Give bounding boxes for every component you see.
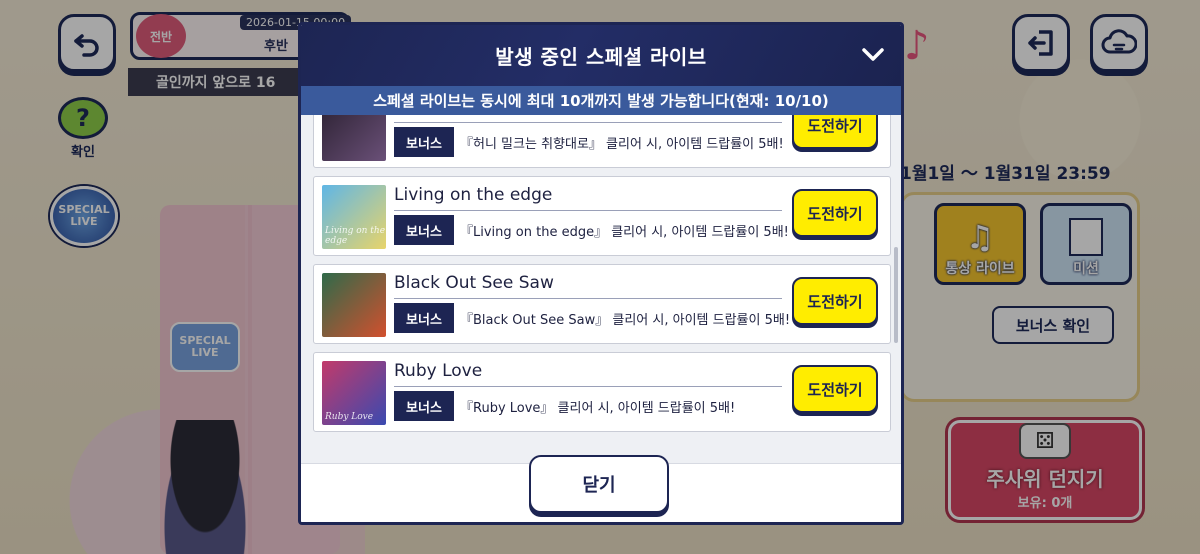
modal-footer: 닫기	[301, 455, 901, 522]
challenge-button[interactable]: 도전하기	[792, 277, 878, 325]
modal-subtitle: 스페셜 라이브는 동시에 최대 10개까지 발생 가능합니다(현재: 10/10…	[301, 86, 901, 115]
title-divider	[394, 386, 782, 387]
live-card: Ruby Love Ruby Love 보너스 『Ruby Love』 클리어 …	[313, 352, 891, 432]
bonus-description: 『Black Out See Saw』 클리어 시, 아이템 드랍률이 5배!	[460, 312, 791, 328]
bonus-description: 『Ruby Love』 클리어 시, 아이템 드랍률이 5배!	[460, 400, 736, 416]
modal-header: 발생 중인 스페셜 라이브	[301, 25, 901, 86]
jacket-text: Living on the edge	[325, 226, 386, 246]
challenge-button[interactable]: 도전하기	[792, 365, 878, 413]
chevron-down-icon	[862, 48, 884, 61]
song-title: Ruby Love	[394, 361, 483, 381]
live-card: Black Out See Saw 보너스 『Black Out See Saw…	[313, 264, 891, 344]
song-title: Black Out See Saw	[394, 273, 554, 293]
song-jacket	[322, 273, 386, 337]
collapse-button[interactable]	[859, 41, 887, 69]
bonus-tag: 보너스	[394, 391, 454, 421]
challenge-button[interactable]: 도전하기	[792, 115, 878, 149]
bonus-tag: 보너스	[394, 215, 454, 245]
jacket-text: Ruby Love	[325, 412, 374, 422]
live-card: 보너스 『허니 밀크는 취향대로』 클리어 시, 아이템 드랍률이 5배! 도전…	[313, 115, 891, 168]
list-scrollbar-thumb[interactable]	[894, 247, 898, 343]
bonus-description: 『Living on the edge』 클리어 시, 아이템 드랍률이 5배!	[460, 224, 789, 240]
modal-title: 발생 중인 스페셜 라이브	[495, 45, 707, 69]
title-divider	[394, 298, 782, 299]
bonus-tag: 보너스	[394, 303, 454, 333]
song-title: Living on the edge	[394, 185, 553, 205]
song-jacket: Ruby Love	[322, 361, 386, 425]
bonus-description: 『허니 밀크는 취향대로』 클리어 시, 아이템 드랍률이 5배!	[460, 136, 784, 152]
challenge-button[interactable]: 도전하기	[792, 189, 878, 237]
special-live-modal: 발생 중인 스페셜 라이브 스페셜 라이브는 동시에 최대 10개까지 발생 가…	[298, 22, 904, 525]
song-jacket	[322, 115, 386, 161]
bonus-tag: 보너스	[394, 127, 454, 157]
title-divider	[394, 122, 782, 123]
live-card: Living on the edge Living on the edge 보너…	[313, 176, 891, 256]
song-jacket: Living on the edge	[322, 185, 386, 249]
title-divider	[394, 210, 782, 211]
close-button[interactable]: 닫기	[529, 455, 669, 513]
special-live-list[interactable]: 보너스 『허니 밀크는 취향대로』 클리어 시, 아이템 드랍률이 5배! 도전…	[301, 115, 901, 463]
list-scrollbar[interactable]	[894, 117, 898, 461]
